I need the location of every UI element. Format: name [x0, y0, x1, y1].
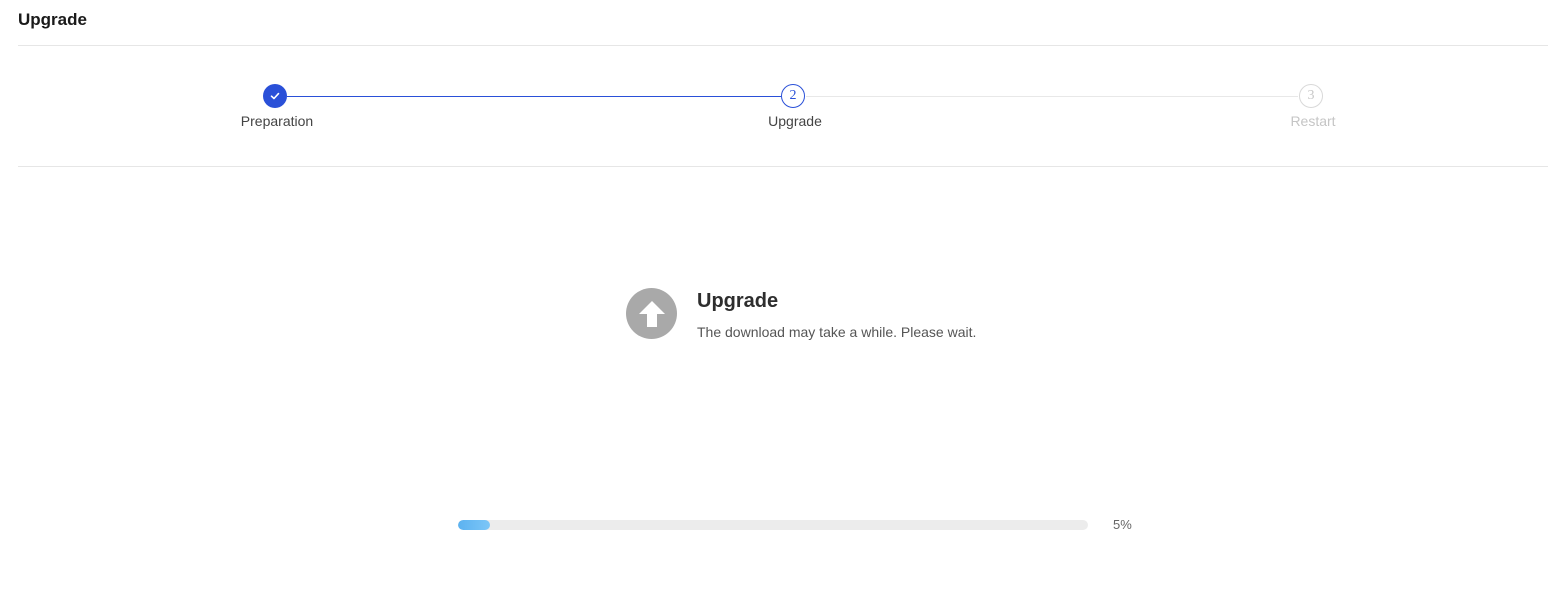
upgrade-page: Upgrade Preparation 2 Upgrade 3 Restart …	[0, 0, 1548, 591]
upload-arrow-glyph	[638, 300, 665, 327]
progress-bar	[458, 520, 1088, 530]
step-restart-indicator: 3	[1299, 84, 1323, 108]
status-title: Upgrade	[697, 290, 779, 312]
step-preparation-label: Preparation	[240, 113, 314, 129]
progress-bar-fill	[458, 520, 490, 530]
step-preparation-indicator	[263, 84, 287, 108]
stepper: Preparation 2 Upgrade 3 Restart	[0, 84, 1548, 144]
step-upgrade-indicator: 2	[781, 84, 805, 108]
step-connector-pending	[806, 96, 1298, 97]
step-connector-complete	[287, 96, 781, 97]
header-divider	[18, 45, 1548, 46]
step-upgrade-label: Upgrade	[768, 113, 822, 129]
step-restart-label: Restart	[1290, 113, 1336, 129]
stepper-divider	[18, 166, 1548, 167]
status-description: The download may take a while. Please wa…	[697, 324, 977, 340]
upload-arrow-icon	[626, 288, 677, 339]
page-title: Upgrade	[18, 10, 87, 29]
progress-percentage: 5%	[1113, 517, 1132, 532]
check-icon	[270, 92, 280, 100]
